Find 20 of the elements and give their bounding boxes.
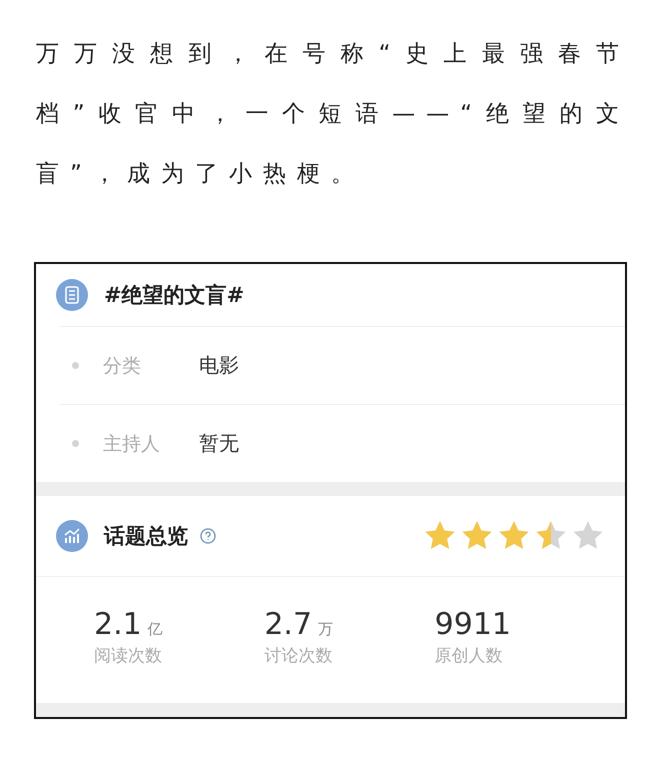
detail-label: 分类 — [103, 354, 142, 378]
stat-number: 9911 — [434, 607, 512, 642]
stat-label: 阅读次数 — [94, 645, 163, 667]
help-icon[interactable] — [200, 528, 216, 544]
list-icon — [56, 279, 88, 311]
bullet-dot — [72, 440, 79, 447]
detail-label: 主持人 — [103, 432, 161, 456]
stat-number: 2.1 — [94, 607, 142, 642]
article-paragraph: 万万没想到，在号称“史上最强春节档”收官中，一个短语——“绝望的文盲”，成为了小热梗。 — [35, 40, 631, 189]
stat-unit: 亿 — [148, 620, 163, 638]
stat-label: 讨论次数 — [264, 645, 334, 667]
stat-number: 2.7 — [264, 607, 312, 642]
detail-value: 暂无 — [199, 430, 239, 457]
overview-title: 话题总览 — [104, 523, 188, 550]
chart-icon — [56, 520, 88, 552]
topic-title: #绝望的文盲# — [104, 282, 244, 309]
stat-label: 原创人数 — [434, 645, 504, 667]
bullet-dot — [72, 362, 79, 369]
stat-unit: 万 — [318, 620, 334, 638]
detail-value: 电影 — [199, 352, 239, 379]
